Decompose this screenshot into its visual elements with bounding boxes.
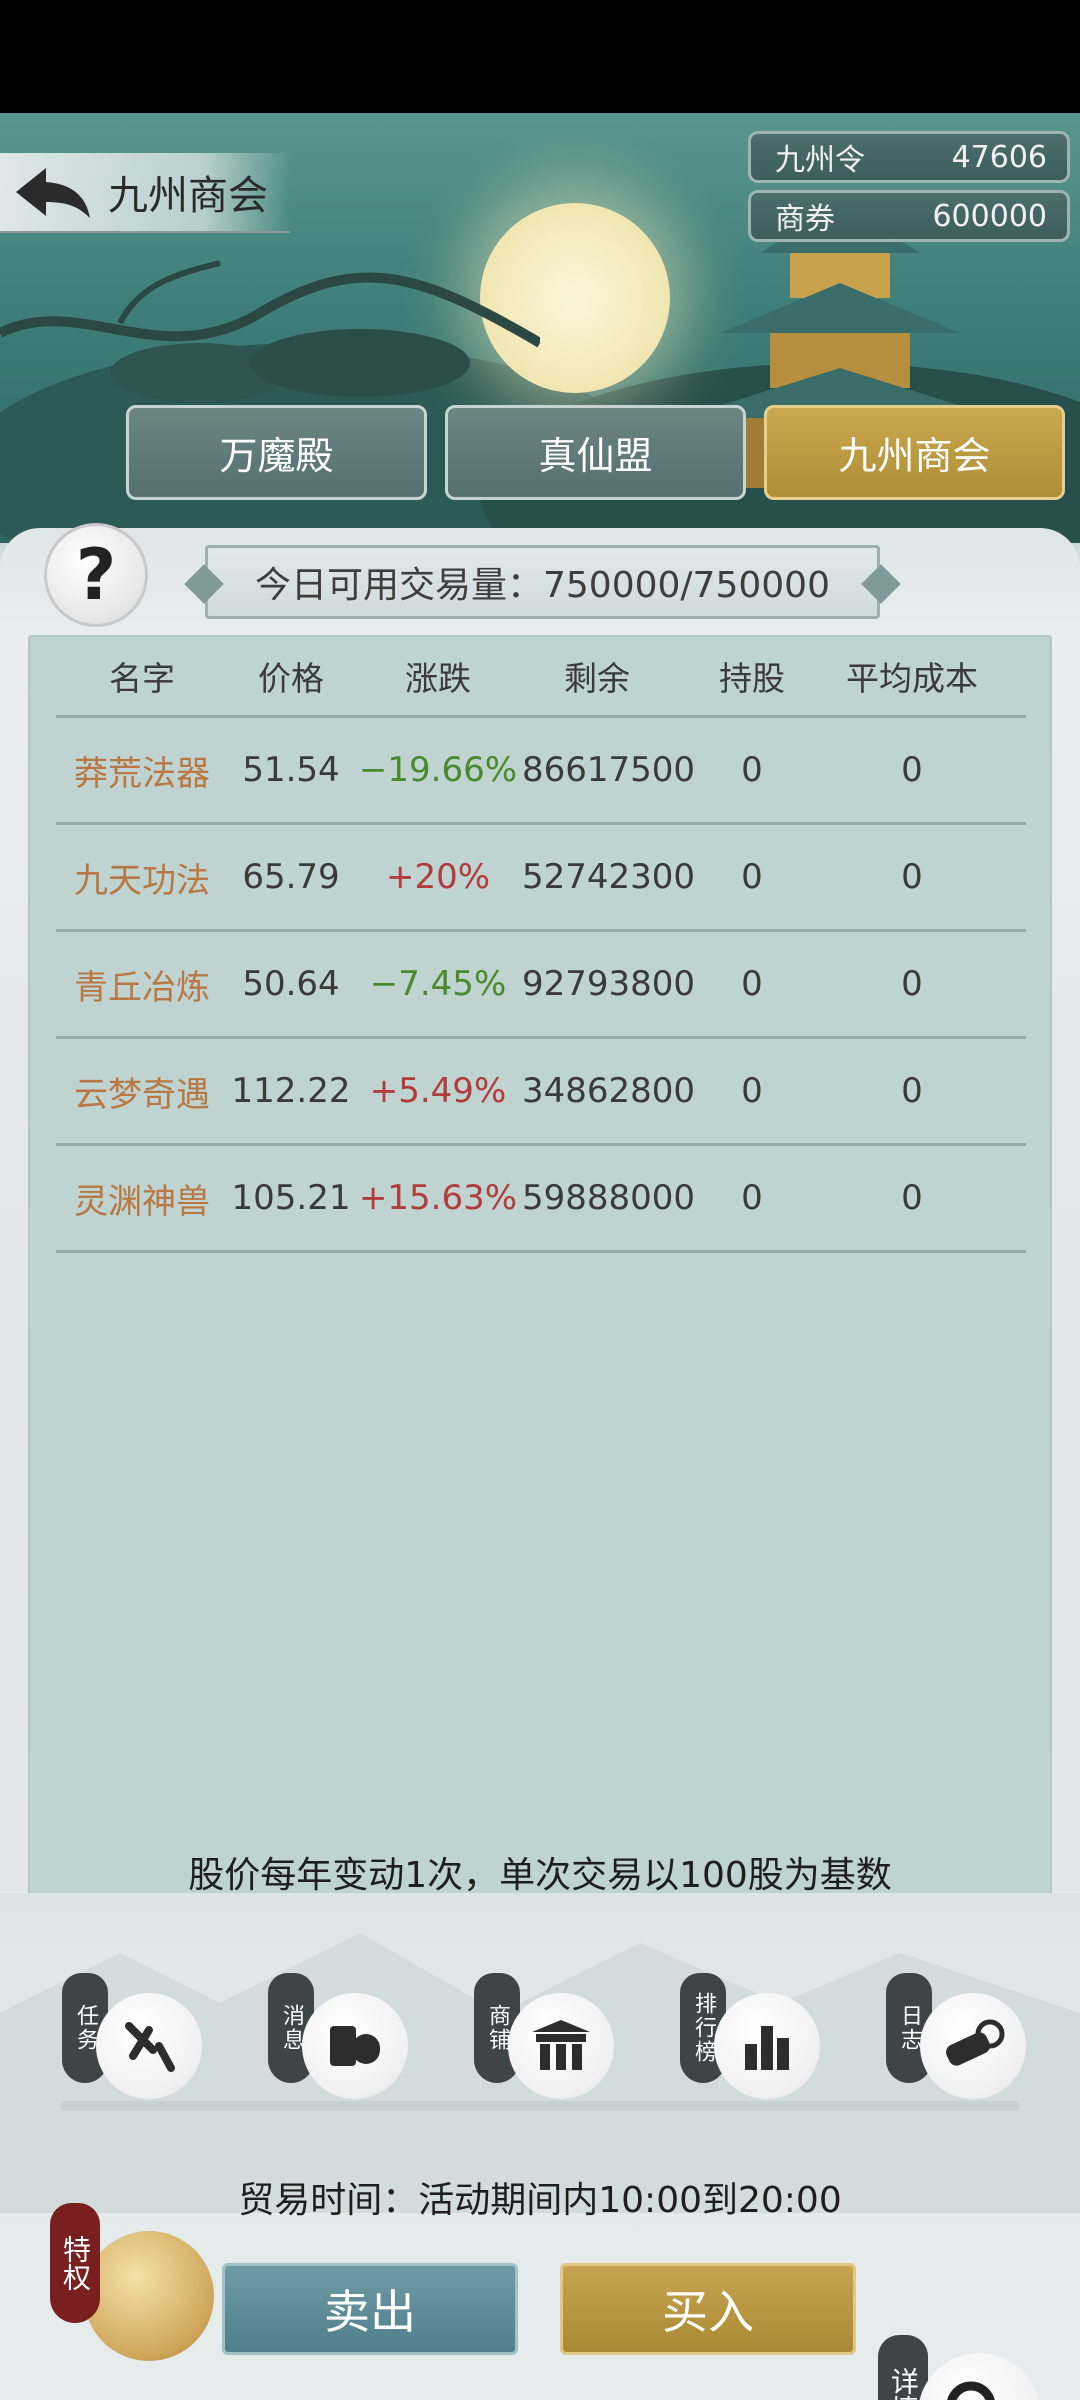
stock-change: −7.45%: [369, 964, 507, 1004]
column-header-change: 涨跌: [405, 659, 471, 698]
stock-change: +15.63%: [358, 1178, 518, 1218]
shop-gate-icon: [508, 1993, 614, 2099]
tab-zhenxianmeng[interactable]: 真仙盟: [445, 405, 746, 500]
stock-remaining: 59888000: [522, 1178, 696, 1218]
privilege-badge-icon: [84, 2231, 214, 2361]
brush-icon: [96, 1993, 202, 2099]
nav-shop[interactable]: 商铺: [468, 1973, 618, 2103]
stock-avg-cost: 0: [901, 964, 923, 1004]
stock-price: 105.21: [231, 1178, 351, 1218]
stock-price: 51.54: [242, 750, 340, 790]
stock-holding: 0: [741, 750, 763, 790]
back-arrow-icon[interactable]: [12, 162, 94, 222]
stock-name: 莽荒法器: [74, 753, 210, 794]
stock-name: 九天功法: [74, 860, 210, 901]
privilege-button[interactable]: 特权: [40, 2203, 214, 2373]
search-icon: [918, 2353, 1040, 2400]
log-scroll-icon: [920, 1993, 1026, 2099]
table-header: 名字 价格 涨跌 剩余 持股 平均成本: [56, 637, 1026, 715]
trade-volume-banner: 今日可用交易量：750000/750000: [184, 545, 901, 619]
column-header-name: 名字: [109, 659, 175, 698]
stock-avg-cost: 0: [901, 1178, 923, 1218]
stock-price: 65.79: [242, 857, 340, 897]
stock-price: 50.64: [242, 964, 340, 1004]
stock-remaining: 86617500: [522, 750, 696, 790]
details-label: 详情: [878, 2335, 928, 2400]
stock-avg-cost: 0: [901, 857, 923, 897]
stock-avg-cost: 0: [901, 1071, 923, 1111]
stock-remaining: 52742300: [522, 857, 696, 897]
nav-tasks[interactable]: 任务: [56, 1973, 206, 2103]
currency-value: 47606: [951, 139, 1047, 175]
table-row[interactable]: 莽荒法器 51.54 −19.66% 86617500 0 0: [56, 718, 1026, 825]
app-root: 九州商会 九州令 47606 商券 600000 万魔殿 真仙盟 九州商会 ? …: [0, 113, 1080, 2400]
stock-price: 112.22: [231, 1071, 351, 1111]
tree-branch-decor: [0, 260, 540, 403]
scroll-icon: [302, 1993, 408, 2099]
help-button[interactable]: ?: [44, 523, 148, 627]
header-bar: 九州商会: [0, 153, 290, 233]
rules-note: 股价每年变动1次，单次交易以100股为基数: [188, 1855, 892, 1896]
column-header-avg-cost: 平均成本: [846, 659, 978, 698]
trade-volume-text: 今日可用交易量：750000/750000: [255, 565, 830, 606]
column-header-holding: 持股: [719, 659, 785, 698]
stock-avg-cost: 0: [901, 750, 923, 790]
stock-holding: 0: [741, 964, 763, 1004]
stock-name: 青丘冶炼: [74, 967, 210, 1008]
stock-change: +5.49%: [369, 1071, 507, 1111]
nav-log[interactable]: 日志: [880, 1973, 1030, 2103]
divider: [60, 2101, 1020, 2111]
currency-value: 600000: [932, 198, 1047, 234]
table-row[interactable]: 云梦奇遇 112.22 +5.49% 34862800 0 0: [56, 1039, 1026, 1146]
stock-holding: 0: [741, 857, 763, 897]
stock-remaining: 92793800: [522, 964, 696, 1004]
table-row[interactable]: 青丘冶炼 50.64 −7.45% 92793800 0 0: [56, 932, 1026, 1039]
buy-button[interactable]: 买入: [560, 2263, 856, 2355]
currency-shangquan: 商券 600000: [748, 190, 1070, 242]
ranking-icon: [714, 1993, 820, 2099]
column-header-price: 价格: [258, 659, 324, 698]
nav-ranking[interactable]: 排行榜: [674, 1973, 824, 2103]
stock-holding: 0: [741, 1178, 763, 1218]
stock-holding: 0: [741, 1071, 763, 1111]
table-row[interactable]: 九天功法 65.79 +20% 52742300 0 0: [56, 825, 1026, 932]
tab-wanmodian[interactable]: 万魔殿: [126, 405, 427, 500]
stock-remaining: 34862800: [522, 1071, 696, 1111]
tab-bar: 万魔殿 真仙盟 九州商会: [126, 405, 1065, 500]
privilege-label: 特权: [50, 2203, 100, 2323]
stock-name: 云梦奇遇: [74, 1074, 210, 1115]
tab-jiuzhou-shanghui[interactable]: 九州商会: [764, 405, 1065, 500]
stock-name: 灵渊神兽: [74, 1181, 210, 1222]
nav-messages[interactable]: 消息: [262, 1973, 412, 2103]
currency-jiuzhou-ling: 九州令 47606: [748, 131, 1070, 183]
page-title: 九州商会: [108, 173, 268, 219]
stock-table: 名字 价格 涨跌 剩余 持股 平均成本 莽荒法器 51.54 −19.66% 8…: [28, 635, 1052, 2012]
currency-label: 九州令: [775, 143, 865, 178]
column-header-remaining: 剩余: [564, 659, 630, 698]
sell-button[interactable]: 卖出: [222, 2263, 518, 2355]
table-row[interactable]: 灵渊神兽 105.21 +15.63% 59888000 0 0: [56, 1146, 1026, 1253]
question-icon: ?: [75, 534, 117, 616]
stock-change: +20%: [385, 857, 491, 897]
currency-label: 商券: [775, 202, 835, 237]
stock-change: −19.66%: [358, 750, 518, 790]
